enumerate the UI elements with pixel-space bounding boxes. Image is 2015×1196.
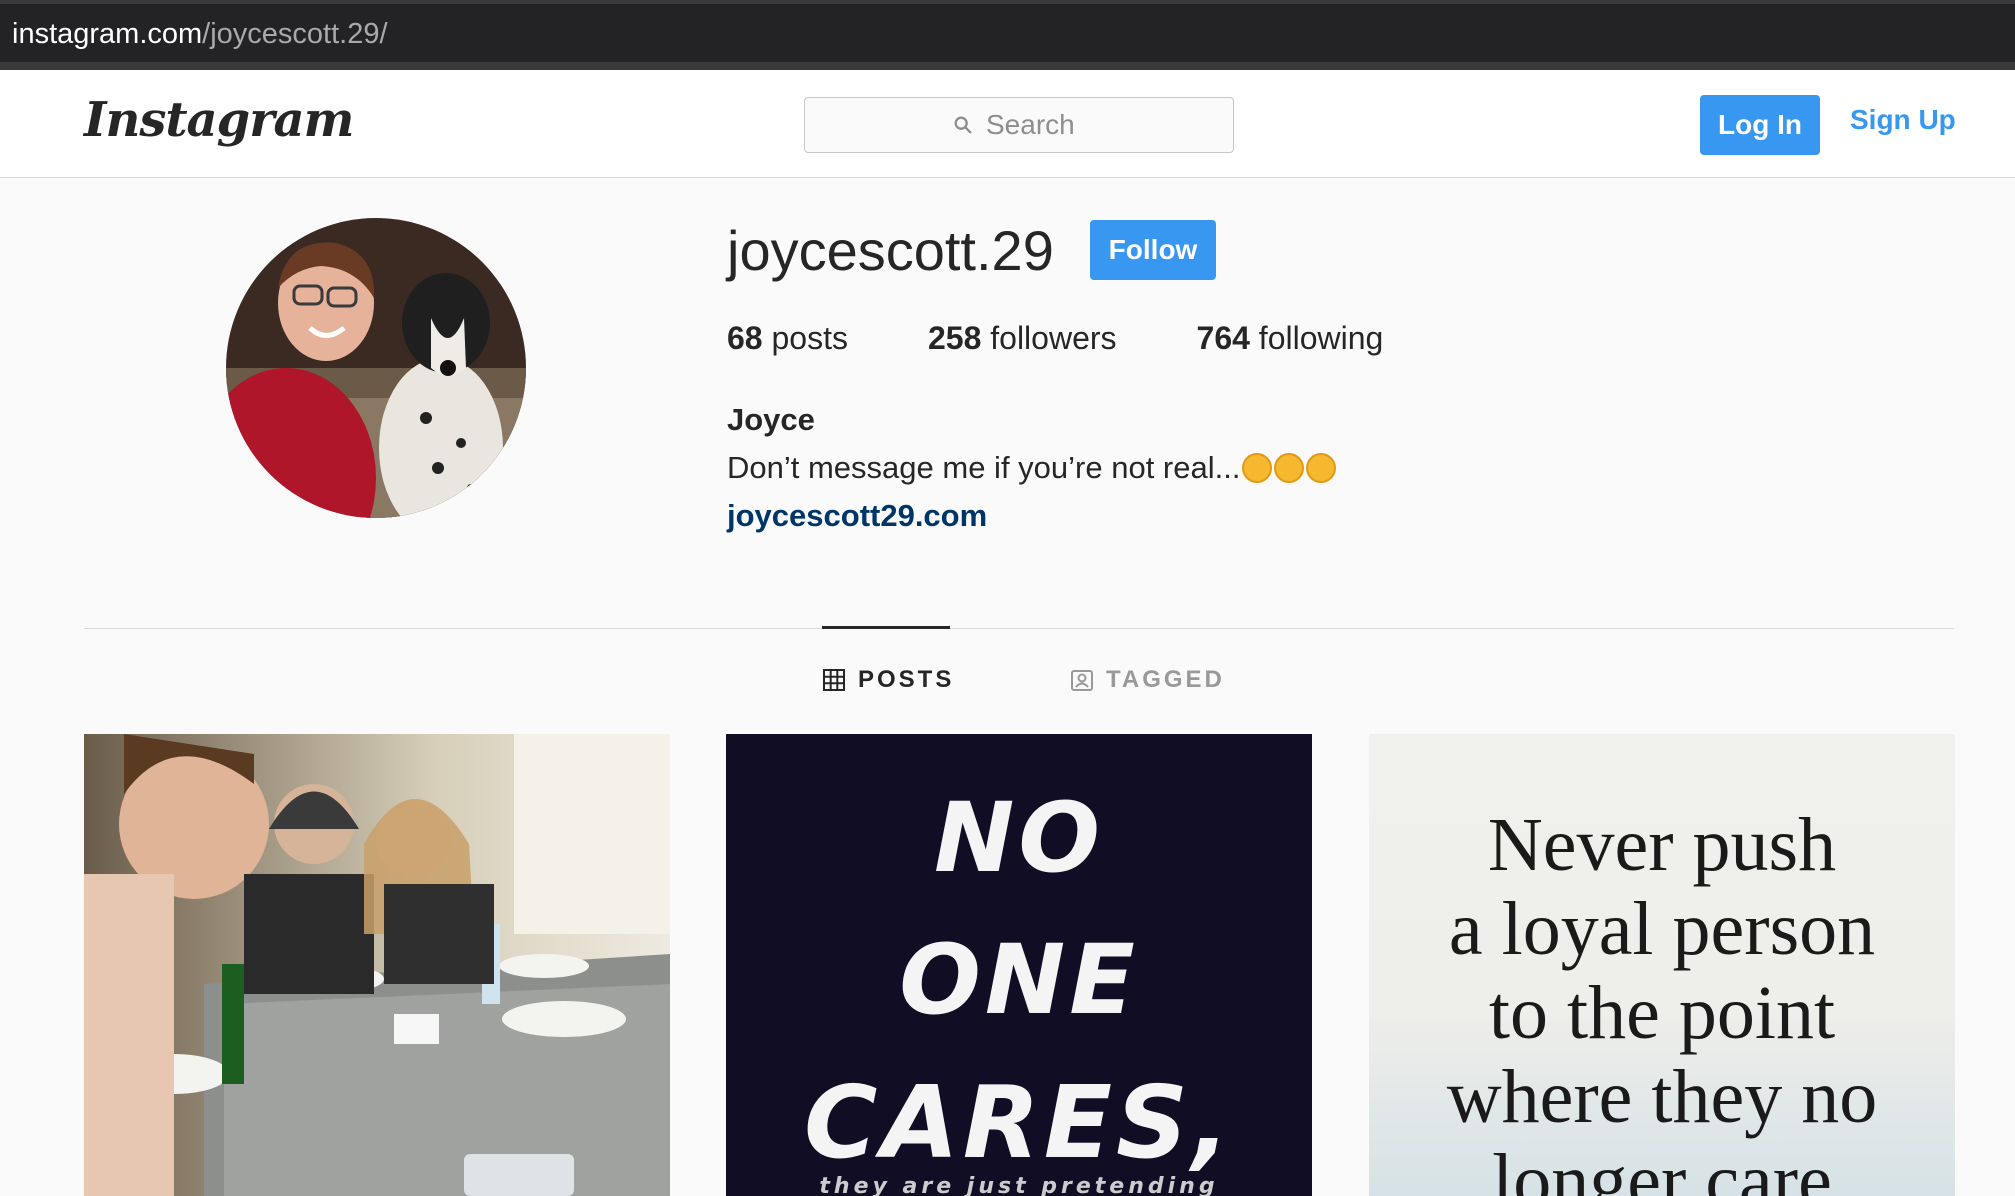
url-host: instagram.com (12, 18, 203, 50)
following-label: following (1258, 320, 1384, 356)
profile-website-link[interactable]: joycescott29.com (727, 498, 987, 534)
post-thumbnail[interactable]: Never push a loyal person to the point w… (1369, 734, 1955, 1196)
post-text-line: CARES, (803, 1064, 1235, 1181)
follow-button[interactable]: Follow (1090, 220, 1216, 280)
hugging-face-emoji-icon (1274, 453, 1305, 483)
active-tab-indicator (822, 626, 950, 629)
browser-url-bar[interactable]: instagram.com/joycescott.29/ (0, 0, 2015, 70)
tagged-person-icon (1071, 670, 1093, 691)
search-input[interactable] (986, 109, 1086, 141)
post-text-line: NO (934, 782, 1104, 894)
tab-posts[interactable]: POSTS (822, 666, 954, 694)
following-count: 764 (1196, 320, 1250, 356)
grid-icon (823, 669, 845, 691)
post-text-line: ONE (899, 924, 1139, 1036)
profile-full-name: Joyce (727, 402, 815, 437)
tab-tagged[interactable]: TAGGED (1070, 666, 1225, 694)
posts-stat: 68 posts (727, 320, 848, 357)
followers-label: followers (990, 320, 1117, 356)
search-box[interactable] (804, 97, 1234, 153)
profile-bio: Don’t message me if you’re not real... (727, 450, 1337, 486)
followers-stat[interactable]: 258 followers (928, 320, 1117, 357)
url-path: /joycescott.29/ (202, 18, 388, 50)
post-text-line: they are just pretending (819, 1174, 1219, 1196)
url-text[interactable]: instagram.com/joycescott.29/ (12, 18, 388, 51)
post-thumbnail[interactable] (84, 734, 670, 1196)
search-icon (954, 116, 972, 134)
tabs-divider (84, 628, 1954, 629)
posts-label: posts (771, 320, 848, 356)
profile-stats: 68 posts 258 followers 764 following (727, 320, 1463, 357)
sign-up-link[interactable]: Sign Up (1850, 104, 1956, 136)
instagram-logo[interactable]: Instagram (84, 92, 354, 148)
top-nav: Instagram Log In Sign Up (0, 70, 2015, 178)
post-text-line: longer care (1492, 1139, 1832, 1196)
following-stat[interactable]: 764 following (1197, 320, 1384, 357)
tab-posts-label: POSTS (858, 666, 955, 693)
avatar-photo (226, 218, 526, 518)
posts-count: 68 (727, 320, 763, 356)
log-in-button[interactable]: Log In (1700, 95, 1820, 155)
post-thumbnail[interactable]: NO ONE CARES, they are just pretending (726, 734, 1312, 1196)
post-text-line: Never push (1487, 803, 1837, 887)
hugging-face-emoji-icon (1306, 453, 1337, 483)
profile-username: joycescott.29 (727, 219, 1054, 282)
post-text-line: to the point (1488, 971, 1836, 1055)
post-text-line: a loyal person (1448, 887, 1876, 971)
profile-avatar[interactable] (226, 218, 526, 518)
dinner-selfie-photo (84, 734, 670, 1196)
bio-text: Don’t message me if you’re not real... (727, 450, 1241, 485)
hugging-face-emoji-icon (1242, 453, 1273, 483)
post-text-line: where they no (1446, 1055, 1878, 1139)
tab-tagged-label: TAGGED (1106, 666, 1225, 693)
followers-count: 258 (927, 320, 982, 356)
